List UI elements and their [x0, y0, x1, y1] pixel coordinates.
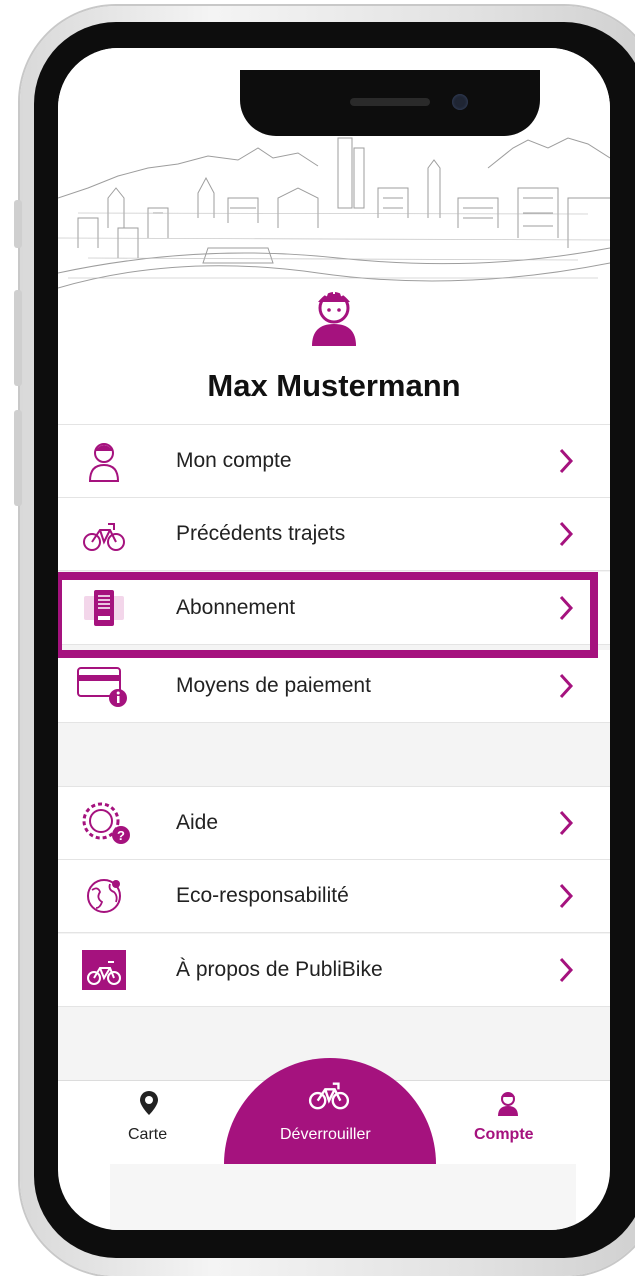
chevron-right-icon — [559, 448, 574, 474]
chevron-right-icon — [559, 883, 574, 909]
chevron-right-icon — [559, 521, 574, 547]
tab-compte[interactable]: Compte — [474, 1126, 534, 1144]
user-account-icon[interactable] — [495, 1088, 521, 1116]
menu-item-label: À propos de PubliBike — [176, 958, 383, 981]
menu-item-label: Aide — [176, 811, 219, 834]
user-name: Max Mustermann — [207, 368, 461, 403]
highlight-frame — [58, 572, 598, 658]
phone-side-button — [14, 290, 22, 386]
bike-icon — [308, 1082, 350, 1110]
publibike-logo-icon — [82, 950, 126, 990]
user-avatar-icon — [312, 287, 356, 346]
menu-item-label: Eco-responsabilité — [176, 884, 349, 907]
menu-item-aide[interactable]: ? Aide — [58, 786, 610, 860]
phone-notch — [240, 70, 540, 136]
chevron-right-icon — [559, 673, 574, 699]
menu-item-mon-compte[interactable]: Mon compte — [58, 424, 610, 498]
gear-help-icon: ? — [82, 802, 130, 844]
svg-text:?: ? — [117, 828, 125, 843]
payment-card-icon — [77, 667, 127, 707]
globe-icon — [87, 879, 121, 913]
menu-item-eco-responsabilite[interactable]: Eco-responsabilité — [58, 860, 610, 933]
tab-deverrouiller-label: Déverrouiller — [280, 1126, 371, 1143]
menu-item-moyens-de-paiement[interactable]: Moyens de paiement — [58, 650, 610, 723]
map-pin-icon[interactable] — [139, 1090, 159, 1116]
chevron-right-icon — [559, 810, 574, 836]
tab-carte[interactable]: Carte — [128, 1126, 167, 1144]
home-indicator-area — [110, 1164, 576, 1230]
menu-item-label: Mon compte — [176, 449, 292, 472]
phone-side-button — [14, 410, 22, 506]
bike-icon — [83, 523, 125, 551]
front-camera — [452, 94, 468, 110]
menu-item-precedents-trajets[interactable]: Précédents trajets — [58, 498, 610, 571]
app-screen: Max Mustermann Mon compte Précédents tra… — [58, 48, 610, 1230]
menu-item-a-propos[interactable]: À propos de PubliBike — [58, 934, 610, 1007]
menu-item-label: Précédents trajets — [176, 522, 346, 545]
phone-side-button — [14, 200, 22, 248]
user-icon — [88, 443, 120, 482]
menu-item-label: Moyens de paiement — [176, 674, 371, 697]
chevron-right-icon — [559, 957, 574, 983]
speaker-grille — [350, 98, 430, 106]
